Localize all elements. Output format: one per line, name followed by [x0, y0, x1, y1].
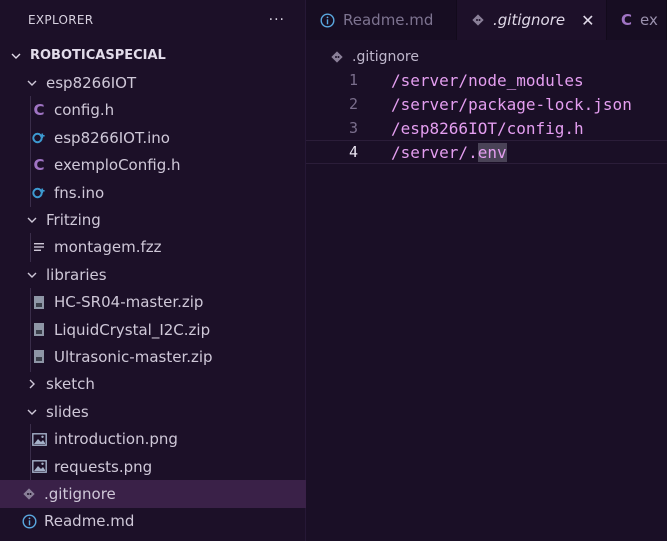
- selection-highlight: env: [477, 142, 507, 162]
- folder-libraries[interactable]: libraries: [0, 261, 306, 288]
- indent-guide: [30, 177, 31, 208]
- indent-guide: [30, 451, 31, 482]
- line-number: 1: [348, 71, 358, 89]
- file-gitignore[interactable]: .gitignore: [0, 480, 306, 508]
- chevron-down-icon: [24, 77, 40, 89]
- file-liquidcrystal-i2c-zip[interactable]: LiquidCrystal_I2C.zip: [0, 314, 306, 345]
- file-tree: ROBOTICASPECIAL esp8266IOT C config.h es…: [0, 42, 306, 535]
- folder-fritzing[interactable]: Fritzing: [0, 206, 306, 233]
- indent-guide: [30, 287, 31, 317]
- tab-label: .gitignore: [493, 11, 566, 29]
- c-file-icon: C: [621, 11, 633, 29]
- code-text-wrapper: /server/.env: [391, 142, 507, 162]
- tab-label: ex: [640, 11, 658, 29]
- info-icon: [320, 12, 335, 28]
- file-label: exemploConfig.h: [54, 156, 181, 175]
- indent-guide: [30, 95, 31, 126]
- explorer-sidebar: EXPLORER ··· ROBOTICASPECIAL esp8266IOT …: [0, 0, 306, 541]
- file-label: Readme.md: [44, 512, 135, 531]
- code-text: /server/node_modules: [391, 70, 584, 90]
- folder-label: libraries: [46, 265, 107, 284]
- chevron-down-icon: [24, 269, 40, 281]
- zip-file-icon: [30, 349, 48, 364]
- image-file-icon: [30, 432, 48, 446]
- file-hc-sr04-master-zip[interactable]: HC-SR04-master.zip: [0, 287, 306, 317]
- arduino-file-icon: [30, 186, 48, 200]
- file-label: .gitignore: [44, 484, 116, 503]
- arduino-file-icon: [30, 131, 48, 145]
- file-config-h[interactable]: C config.h: [0, 95, 306, 126]
- code-line: 1 /server/node_modules: [306, 68, 667, 92]
- tab-gitignore[interactable]: .gitignore ✕: [457, 0, 607, 40]
- folder-esp8266iot[interactable]: esp8266IOT: [0, 69, 306, 96]
- file-introduction-png[interactable]: introduction.png: [0, 424, 306, 454]
- file-label: requests.png: [54, 457, 153, 476]
- folder-sketch[interactable]: sketch: [0, 371, 306, 398]
- more-actions-icon[interactable]: ···: [269, 12, 285, 28]
- code-editor[interactable]: 1 /server/node_modules 2 /server/package…: [306, 68, 667, 164]
- file-label: fns.ino: [54, 183, 105, 202]
- folder-label: slides: [46, 402, 89, 421]
- line-number: 4: [348, 143, 358, 161]
- tree-root-roboticaspecial[interactable]: ROBOTICASPECIAL: [0, 42, 306, 69]
- breadcrumb-file: .gitignore: [352, 49, 419, 65]
- folder-label: sketch: [46, 375, 95, 394]
- zip-file-icon: [30, 322, 48, 337]
- chevron-down-icon: [8, 50, 24, 62]
- file-readme-md[interactable]: Readme.md: [0, 508, 306, 535]
- tab-readme[interactable]: Readme.md: [306, 0, 457, 40]
- folder-label: Fritzing: [46, 211, 101, 230]
- git-file-icon: [471, 13, 485, 27]
- file-label: Ultrasonic-master.zip: [54, 347, 213, 366]
- chevron-right-icon: [24, 378, 40, 390]
- indent-guide: [30, 150, 31, 180]
- line-number: 2: [348, 95, 358, 113]
- tab-label: Readme.md: [343, 11, 434, 29]
- c-file-icon: C: [33, 101, 45, 120]
- file-requests-png[interactable]: requests.png: [0, 451, 306, 482]
- file-label: esp8266IOT.ino: [54, 128, 170, 147]
- indent-guide: [30, 232, 31, 263]
- file-ultrasonic-master-zip[interactable]: Ultrasonic-master.zip: [0, 342, 306, 372]
- git-file-icon: [20, 487, 38, 501]
- explorer-header: EXPLORER ···: [0, 0, 305, 40]
- indent-guide: [30, 314, 31, 345]
- file-label: config.h: [54, 101, 115, 120]
- code-text: /esp8266IOT/config.h: [391, 118, 584, 138]
- zip-file-icon: [30, 295, 48, 310]
- file-exemploconfig-h[interactable]: C exemploConfig.h: [0, 150, 306, 180]
- image-file-icon: [30, 460, 48, 473]
- tree-root-label: ROBOTICASPECIAL: [30, 48, 166, 64]
- code-text: /server/package-lock.json: [391, 94, 632, 114]
- chevron-down-icon: [24, 406, 40, 418]
- indent-guide: [30, 342, 31, 372]
- file-label: LiquidCrystal_I2C.zip: [54, 320, 211, 339]
- code-line-current: 4 /server/.env: [306, 140, 667, 164]
- code-text: /server/.: [391, 142, 478, 162]
- text-lines-icon: [30, 241, 48, 253]
- file-montagem-fzz[interactable]: montagem.fzz: [0, 232, 306, 263]
- editor-tab-bar: Readme.md .gitignore ✕ C ex: [306, 0, 667, 40]
- git-file-icon: [330, 50, 344, 64]
- code-line: 2 /server/package-lock.json: [306, 92, 667, 116]
- c-file-icon: C: [33, 156, 45, 175]
- file-label: introduction.png: [54, 430, 178, 449]
- breadcrumb[interactable]: .gitignore: [330, 46, 419, 68]
- explorer-title: EXPLORER: [28, 13, 94, 27]
- line-number: 3: [348, 119, 358, 137]
- indent-guide: [30, 424, 31, 454]
- info-icon: [20, 514, 38, 529]
- close-icon[interactable]: ✕: [581, 11, 594, 30]
- code-line: 3 /esp8266IOT/config.h: [306, 116, 667, 140]
- folder-slides[interactable]: slides: [0, 398, 306, 425]
- file-esp8266iot-ino[interactable]: esp8266IOT.ino: [0, 123, 306, 153]
- file-fns-ino[interactable]: fns.ino: [0, 177, 306, 208]
- tab-exemploconfig[interactable]: C ex: [607, 0, 667, 40]
- file-label: montagem.fzz: [54, 238, 162, 257]
- folder-label: esp8266IOT: [46, 74, 137, 93]
- chevron-down-icon: [24, 214, 40, 226]
- file-label: HC-SR04-master.zip: [54, 293, 204, 312]
- indent-guide: [30, 123, 31, 153]
